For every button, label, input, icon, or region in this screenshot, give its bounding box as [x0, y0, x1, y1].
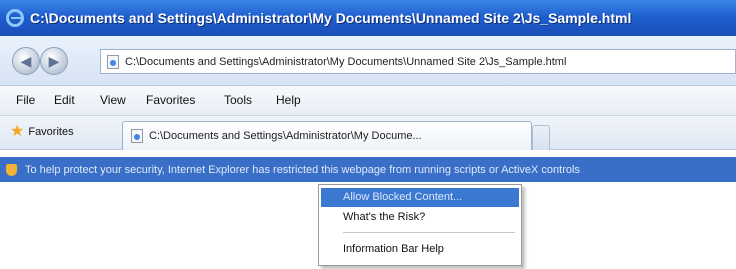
title-bar[interactable]: C:\Documents and Settings\Administrator\…: [0, 0, 736, 36]
information-bar-message: To help protect your security, Internet …: [25, 163, 580, 176]
new-tab-button[interactable]: [532, 125, 550, 150]
menu-help[interactable]: Help: [276, 93, 301, 107]
menu-tools[interactable]: Tools: [224, 93, 252, 107]
arrow-right-icon: ▶: [48, 52, 60, 69]
star-icon: ★: [10, 123, 25, 140]
menu-view[interactable]: View: [100, 93, 126, 107]
favorites-bar: ★ Favorites C:\Documents and Settings\Ad…: [0, 116, 736, 150]
favorites-button[interactable]: ★ Favorites: [10, 124, 74, 140]
shield-icon: [6, 163, 17, 176]
menu-edit[interactable]: Edit: [54, 93, 75, 107]
window-title: C:\Documents and Settings\Administrator\…: [30, 10, 632, 26]
favorites-label: Favorites: [28, 126, 74, 138]
menu-bar: File Edit View Favorites Tools Help: [0, 86, 736, 116]
menu-favorites[interactable]: Favorites: [146, 93, 195, 107]
context-menu: Allow Blocked Content... What's the Risk…: [318, 184, 522, 266]
navigation-bar: ◀ ▶ C:\Documents and Settings\Administra…: [0, 36, 736, 86]
address-field[interactable]: C:\Documents and Settings\Administrator\…: [100, 49, 736, 74]
arrow-left-icon: ◀: [20, 52, 32, 69]
menu-information-bar-help[interactable]: Information Bar Help: [321, 240, 519, 259]
forward-button[interactable]: ▶: [40, 47, 68, 75]
tab-title: C:\Documents and Settings\Administrator\…: [149, 130, 422, 142]
menu-allow-blocked-content[interactable]: Allow Blocked Content...: [321, 188, 519, 207]
internet-explorer-icon: [6, 9, 24, 27]
information-bar[interactable]: To help protect your security, Internet …: [0, 157, 736, 182]
menu-whats-the-risk[interactable]: What's the Risk?: [321, 208, 519, 227]
back-button[interactable]: ◀: [12, 47, 40, 75]
tab-page-icon: [131, 129, 143, 143]
address-url: C:\Documents and Settings\Administrator\…: [125, 55, 567, 68]
page-icon: [107, 54, 119, 69]
menu-file[interactable]: File: [16, 93, 35, 107]
menu-separator: [343, 232, 515, 233]
browser-tab[interactable]: C:\Documents and Settings\Administrator\…: [122, 121, 532, 150]
